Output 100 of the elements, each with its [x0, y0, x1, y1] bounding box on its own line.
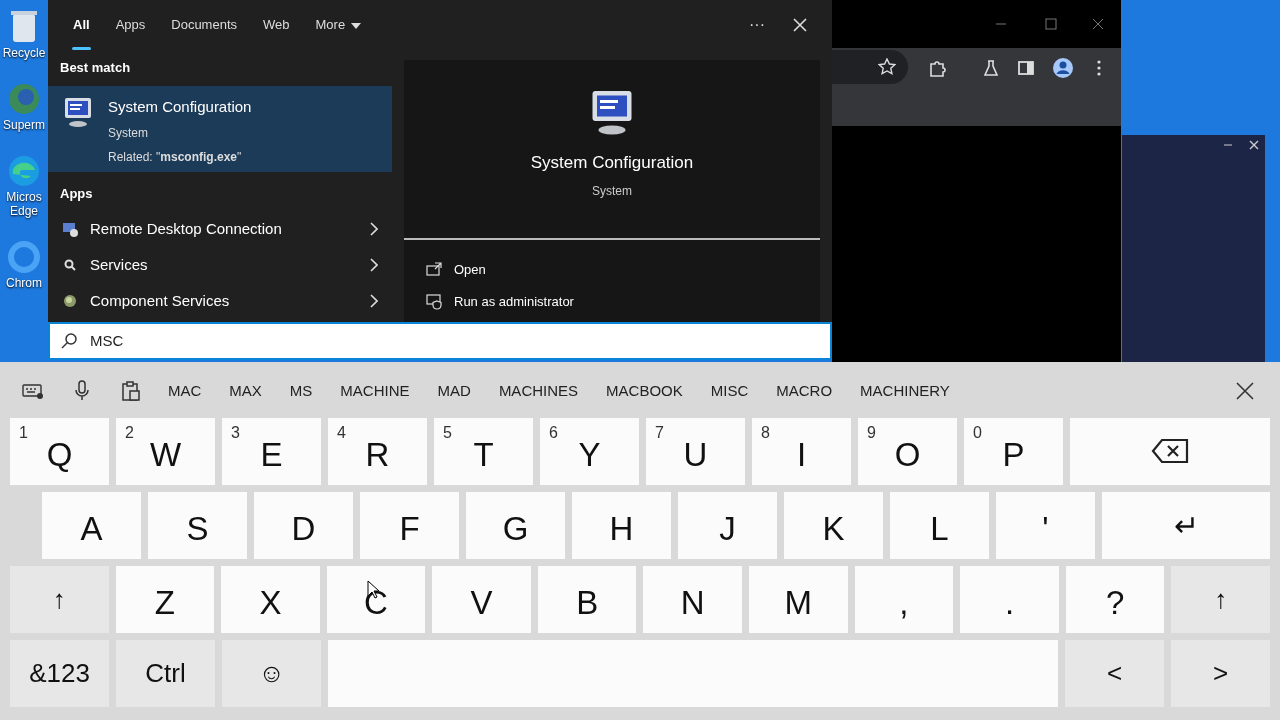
- suggestion-word[interactable]: MS: [275, 379, 327, 403]
- desktop-icon-label[interactable]: Superm: [3, 118, 45, 132]
- key-number-hint: 7: [655, 423, 664, 443]
- monitor-icon: [62, 95, 94, 128]
- clipboard-icon[interactable]: [120, 380, 140, 402]
- keyboard-key[interactable]: O 9: [858, 418, 957, 485]
- result-title: System Configuration: [108, 96, 252, 117]
- key-number-hint: 6: [549, 423, 558, 443]
- keyboard-key[interactable]: R 4: [328, 418, 427, 485]
- suggestion-word[interactable]: MAD: [423, 379, 485, 403]
- suggestion-word[interactable]: MACHINERY: [846, 379, 964, 403]
- key-number-hint: 9: [867, 423, 876, 443]
- suggestion-word[interactable]: MAX: [215, 379, 276, 403]
- filter-tab[interactable]: Apps: [102, 0, 159, 50]
- more-options-button[interactable]: ···: [743, 12, 771, 38]
- keyboard-key[interactable]: ↑: [10, 566, 109, 633]
- keyboard-key[interactable]: U 7: [646, 418, 745, 485]
- keyboard-key[interactable]: K: [784, 492, 883, 559]
- preview-subtitle: System: [592, 182, 632, 200]
- desktop-icon-label[interactable]: Chrom: [6, 276, 42, 290]
- keyboard-key[interactable]: L: [890, 492, 989, 559]
- suggestion-word[interactable]: MACRO: [762, 379, 847, 403]
- best-match-result[interactable]: System Configuration System Related: "msconfig.exe": [48, 85, 392, 172]
- keyboard-key[interactable]: ☺: [222, 640, 321, 707]
- keyboard-key[interactable]: M: [749, 566, 848, 633]
- filter-tab[interactable]: Documents: [158, 0, 250, 50]
- desktop-icon-label[interactable]: Recycle: [2, 46, 46, 60]
- app-result[interactable]: Services: [48, 247, 392, 283]
- app-result[interactable]: Remote Desktop Connection: [48, 211, 392, 247]
- sphere-icon: [62, 293, 78, 309]
- keyboard-key[interactable]: A: [42, 492, 141, 559]
- profile-avatar-icon[interactable]: [1052, 57, 1074, 79]
- suggestion-word[interactable]: MAC: [154, 379, 216, 403]
- filter-tab[interactable]: Web: [250, 0, 303, 50]
- shield-window-icon: [426, 294, 442, 310]
- keyboard-key[interactable]: S: [148, 492, 247, 559]
- keyboard-key[interactable]: B: [537, 566, 637, 633]
- keyboard-key[interactable]: X: [221, 566, 320, 633]
- keyboard-key[interactable]: &123: [10, 640, 109, 707]
- keyboard-key[interactable]: >: [1171, 640, 1270, 707]
- chevron-right-icon: [370, 294, 378, 308]
- maximize-icon[interactable]: [1045, 18, 1057, 30]
- puzzle-icon[interactable]: [928, 59, 946, 77]
- key-number-hint: 1: [19, 423, 28, 443]
- keyboard-key[interactable]: F: [360, 492, 459, 559]
- keyboard-key[interactable]: .: [960, 566, 1059, 633]
- suggestion-word[interactable]: MACBOOK: [592, 379, 697, 403]
- keyboard-key[interactable]: ?: [1065, 566, 1165, 633]
- open-window-icon: [426, 262, 442, 278]
- keyboard-key[interactable]: Q 1: [10, 418, 109, 485]
- suggestion-word[interactable]: MACHINES: [484, 379, 593, 403]
- keyboard-key[interactable]: I 8: [752, 418, 851, 485]
- desktop-icon-label[interactable]: Micros Edge: [6, 190, 42, 218]
- keyboard-key[interactable]: ': [996, 492, 1095, 559]
- flask-icon[interactable]: [982, 59, 1000, 77]
- keyboard-key[interactable]: P 0: [964, 418, 1063, 485]
- app-result[interactable]: Component Services: [48, 283, 392, 319]
- keyboard-key[interactable]: D: [254, 492, 353, 559]
- search-input[interactable]: MSC: [88, 328, 688, 354]
- keyboard-key[interactable]: N: [643, 566, 743, 633]
- keyboard-key[interactable]: H: [572, 492, 671, 559]
- keyboard-key[interactable]: T 5: [434, 418, 533, 485]
- result-related-text: Related: "msconfig.exe": [108, 149, 243, 166]
- key-number-hint: 5: [443, 423, 452, 443]
- filter-tab[interactable]: More: [302, 0, 374, 50]
- filter-tab[interactable]: All: [60, 0, 103, 50]
- preview-action[interactable]: Open: [404, 254, 820, 286]
- star-icon[interactable]: [878, 58, 896, 76]
- key-number-hint: 4: [337, 423, 346, 443]
- close-icon[interactable]: [1236, 382, 1254, 400]
- side-panel-icon[interactable]: [1017, 59, 1035, 77]
- menu-icon[interactable]: [1096, 59, 1102, 77]
- keyboard-key[interactable]: W 2: [116, 418, 215, 485]
- keyboard-key[interactable]: Z: [115, 566, 215, 633]
- preview-title: System Configuration: [530, 152, 694, 174]
- search-icon: [60, 332, 78, 350]
- section-heading: Apps: [59, 184, 94, 203]
- key-number-hint: 8: [761, 423, 770, 443]
- keyboard-key[interactable]: Y 6: [540, 418, 639, 485]
- keyboard-key[interactable]: V: [432, 566, 531, 633]
- keyboard-key[interactable]: J: [678, 492, 777, 559]
- keyboard-key[interactable]: ,: [854, 566, 954, 633]
- keyboard-key[interactable]: E 3: [222, 418, 321, 485]
- suggestion-word[interactable]: MISC: [696, 379, 763, 403]
- key-number-hint: 2: [125, 423, 134, 443]
- microphone-icon[interactable]: [72, 380, 92, 402]
- suggestion-word[interactable]: MACHINE: [326, 379, 424, 403]
- keyboard-key[interactable]: <: [1065, 640, 1164, 707]
- keyboard-key[interactable]: Ctrl: [116, 640, 215, 707]
- search-box[interactable]: MSC: [48, 322, 832, 360]
- keyboard-key[interactable]: G: [466, 492, 565, 559]
- computer-icon: [62, 221, 78, 237]
- key-number-hint: 0: [973, 423, 982, 443]
- keyboard-key[interactable]: ↵: [1102, 492, 1270, 559]
- chevron-right-icon: [370, 258, 378, 272]
- section-heading: Best match: [59, 59, 132, 77]
- backspace-icon: [1151, 438, 1189, 464]
- keyboard-key[interactable]: ↑: [1171, 566, 1270, 633]
- preview-action[interactable]: Run as administrator: [404, 286, 820, 318]
- address-bar[interactable]: [832, 50, 908, 84]
